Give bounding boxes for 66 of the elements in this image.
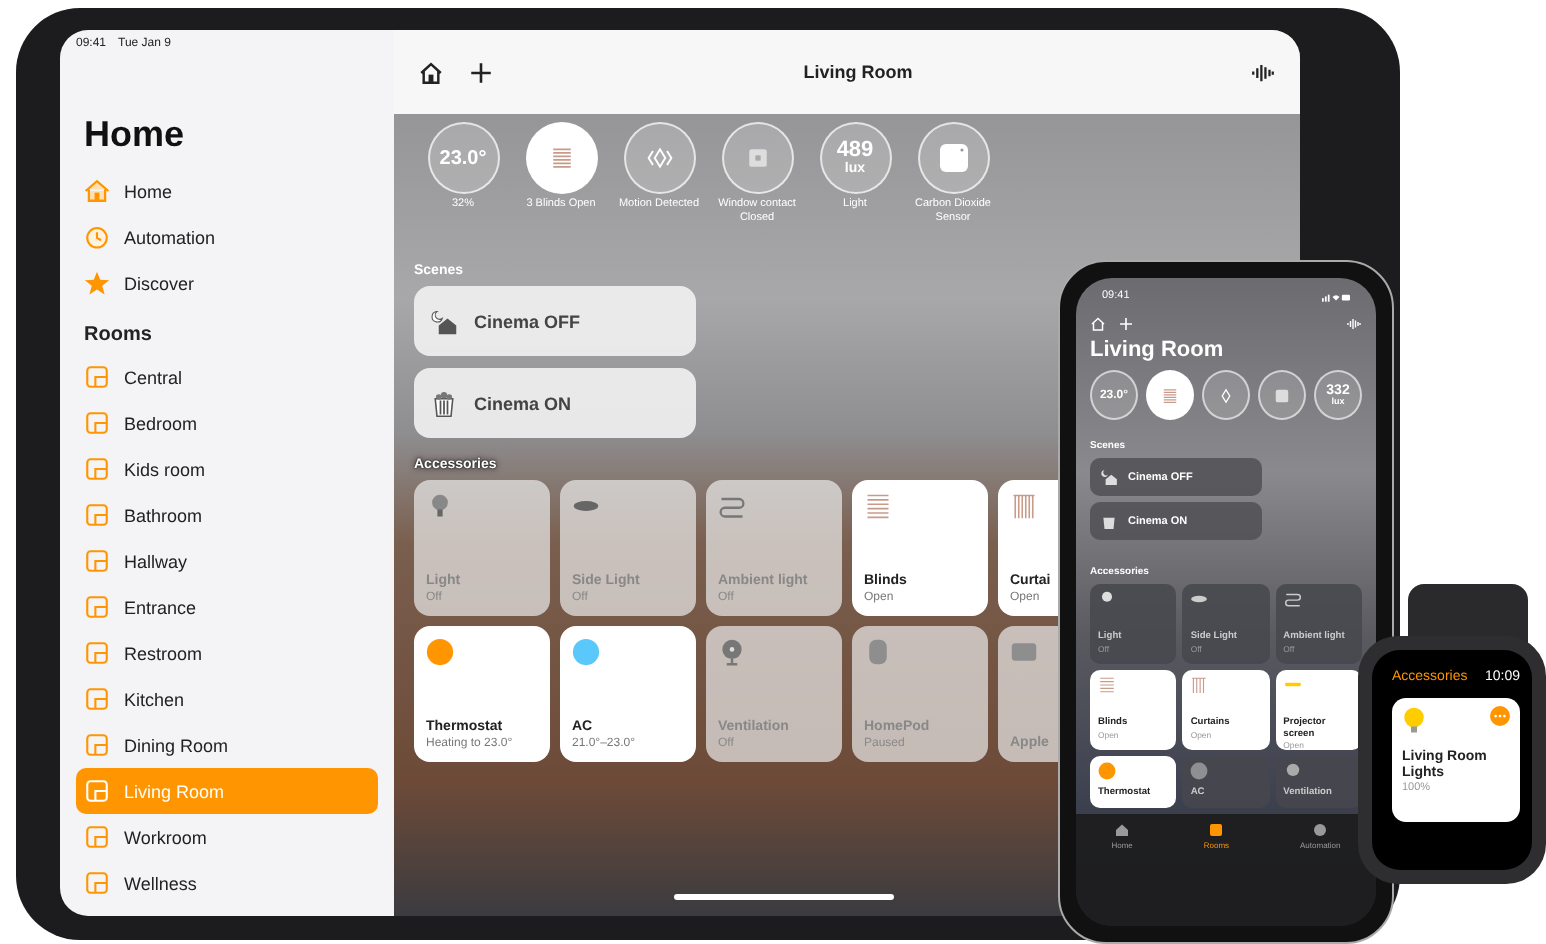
- sensor-icon: [743, 144, 771, 172]
- scene-button[interactable]: Cinema OFF: [414, 286, 696, 357]
- blinds-icon: [1160, 385, 1180, 405]
- room-title: Living Room: [801, 62, 915, 82]
- status-button[interactable]: [721, 122, 793, 194]
- house-icon: [84, 178, 110, 204]
- sidebar-item[interactable]: Home: [76, 168, 378, 214]
- ceiling-light-icon: [1190, 590, 1209, 608]
- room-icon: [84, 640, 110, 666]
- room-item[interactable]: Wellness: [76, 860, 378, 906]
- room-item[interactable]: Kitchen: [76, 676, 378, 722]
- room-icon: [84, 732, 110, 758]
- room-icon: [84, 778, 110, 804]
- room-icon: [84, 364, 110, 390]
- star-icon: [84, 270, 110, 296]
- rooms-heading: Rooms: [84, 322, 154, 350]
- room-icon: [84, 594, 110, 620]
- light-strip-icon: [1283, 590, 1302, 608]
- house-icon: [1114, 822, 1131, 838]
- room-item[interactable]: Central: [76, 354, 378, 400]
- light-strip-icon: [718, 492, 746, 521]
- room-item[interactable]: Kids room: [76, 446, 378, 492]
- waveform-icon[interactable]: [1250, 59, 1276, 85]
- curtains-icon: [1010, 492, 1038, 521]
- house-icon[interactable]: [418, 59, 444, 85]
- signal-battery-icon: [1322, 291, 1350, 301]
- room-icon: [84, 870, 110, 896]
- room-item[interactable]: Restroom: [76, 630, 378, 676]
- blinds-icon: [1098, 676, 1116, 694]
- sidebar-item[interactable]: Discover: [76, 260, 378, 306]
- room-item[interactable]: Bathroom: [76, 492, 378, 538]
- sensor-icon: [937, 142, 969, 174]
- room-item[interactable]: Bedroom: [76, 400, 378, 446]
- scene-button[interactable]: Cinema ON: [414, 368, 696, 439]
- sidebar-item[interactable]: Automation: [76, 214, 378, 260]
- room-item[interactable]: Workroom: [76, 814, 378, 860]
- room-icon: [84, 686, 110, 712]
- status-button[interactable]: [525, 122, 597, 194]
- status-button[interactable]: [623, 122, 695, 194]
- room-icon: [84, 548, 110, 574]
- status-button[interactable]: [1202, 370, 1250, 420]
- moon-house-icon: [430, 307, 458, 336]
- add-icon[interactable]: [468, 59, 494, 85]
- status-button[interactable]: [1258, 370, 1306, 420]
- status-button[interactable]: [1146, 370, 1194, 420]
- more-icon[interactable]: [1490, 706, 1510, 726]
- room-icon: [84, 502, 110, 528]
- motion-icon: [645, 144, 673, 172]
- room-title: Living Room: [1090, 338, 1226, 362]
- room-item[interactable]: Entrance: [76, 584, 378, 630]
- status-button[interactable]: [917, 122, 989, 194]
- speaker-icon: [864, 638, 892, 667]
- room-icon: [84, 410, 110, 436]
- sensor-icon: [1272, 385, 1292, 405]
- tv-icon: [1010, 638, 1038, 667]
- curtains-icon: [1190, 676, 1209, 694]
- moon-house-icon: [1100, 468, 1118, 486]
- room-icon: [84, 456, 110, 482]
- room-icon: [84, 824, 110, 850]
- motion-icon: [1216, 385, 1236, 405]
- sidebar-title: Home: [84, 114, 187, 156]
- room-icon: [1208, 822, 1225, 838]
- room-item[interactable]: Dining Room: [76, 722, 378, 768]
- blinds-icon: [547, 144, 575, 172]
- blinds-icon: [864, 492, 892, 521]
- room-item[interactable]: Hallway: [76, 538, 378, 584]
